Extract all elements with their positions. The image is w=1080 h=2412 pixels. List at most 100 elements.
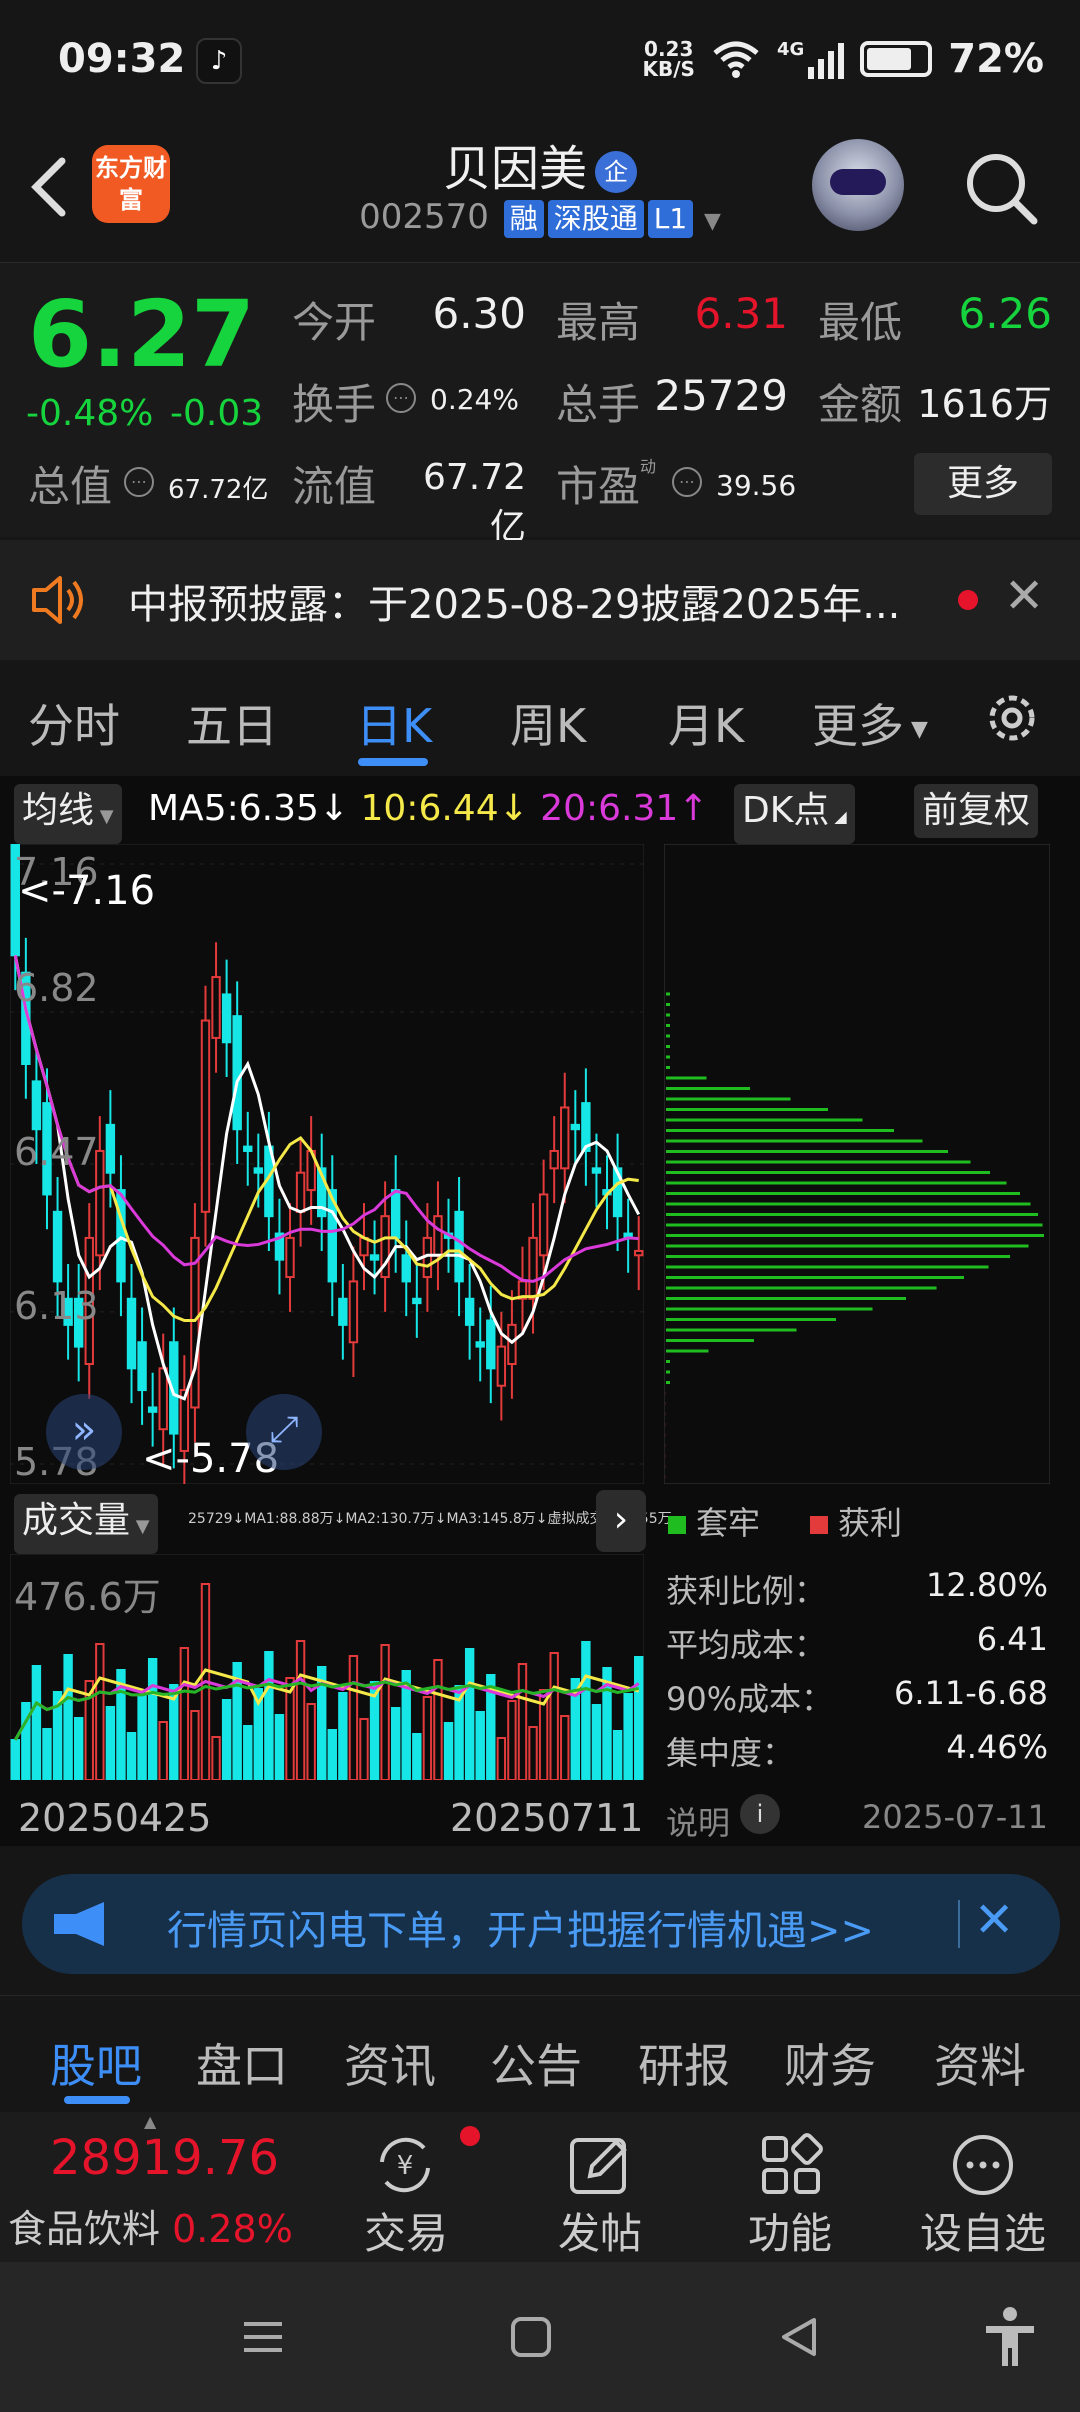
candle — [369, 1254, 380, 1261]
tab-five-day[interactable]: 五日 — [186, 690, 278, 756]
candle — [31, 1080, 42, 1131]
turnover-info-icon[interactable]: ⋯ — [386, 383, 416, 413]
promo-banner[interactable]: 行情页闪电下单，开户把握行情机遇>> ✕ — [22, 1874, 1060, 1974]
volume-bar — [517, 1663, 528, 1780]
search-icon[interactable] — [962, 149, 1042, 229]
volume-bar — [327, 1729, 337, 1780]
candle — [232, 1015, 242, 1131]
volume-bar — [243, 1725, 253, 1780]
back-nav-icon[interactable] — [776, 2314, 822, 2360]
active-tab-indicator — [358, 758, 428, 766]
tab-news[interactable]: 资讯 — [344, 2030, 436, 2096]
tab-more[interactable]: 更多 ▼ — [812, 690, 928, 756]
candle — [348, 1280, 359, 1344]
candle — [126, 1297, 137, 1370]
candle — [147, 1406, 158, 1413]
tab-announcements[interactable]: 公告 — [490, 2030, 582, 2096]
kline-candles-chart[interactable] — [10, 844, 644, 1484]
tab-profile[interactable]: 资料 — [934, 2030, 1026, 2096]
status-time: 09:32 — [58, 36, 186, 82]
chip-row-label: 集中度： — [666, 1734, 795, 1772]
candle — [158, 1367, 168, 1431]
toolbar-post[interactable]: 发帖 — [530, 2200, 670, 2261]
toolbar-trade[interactable]: 交易 — [336, 2200, 476, 2261]
tab-weekly-k[interactable]: 周K — [510, 690, 586, 756]
tab-finance[interactable]: 财务 — [784, 2030, 876, 2096]
candle — [528, 1236, 538, 1300]
toolbar-add-watchlist[interactable]: 设自选 — [906, 2200, 1060, 2261]
kline-chart-area: 均线 ▼ MA5:6.35↓ 10:6.44↓ 20:6.31↑ DK点 ◢ 前… — [0, 776, 1080, 1846]
volume-bar — [433, 1659, 443, 1780]
high-marker: <-7.16 — [18, 868, 156, 914]
volume-bar — [422, 1696, 433, 1780]
quote-panel: 6.27 -0.48% -0.03 今开 6.30 最高 6.31 最低 6.2… — [0, 262, 1080, 548]
volume-bar — [623, 1693, 633, 1780]
tab-monthly-k[interactable]: 月K — [668, 690, 744, 756]
candle — [454, 1210, 464, 1283]
status-right-group: 0.23 KB/S 4G 72% — [642, 36, 1044, 82]
more-circle-icon — [953, 2135, 1013, 2195]
chip-row-value: 4.46% — [946, 1728, 1048, 1766]
candle — [591, 1167, 602, 1174]
ma20-value: 20:6.31 — [540, 788, 679, 829]
battery-level: 72% — [948, 36, 1044, 82]
dk-point-select[interactable]: DK点 ◢ — [734, 784, 855, 844]
edit-icon — [570, 2138, 627, 2194]
candle — [475, 1341, 485, 1348]
candle — [116, 1189, 126, 1283]
tab-forum[interactable]: 股吧 — [50, 2030, 142, 2096]
gear-icon[interactable] — [980, 686, 1044, 750]
fullscreen-icon[interactable]: ⤢ — [246, 1394, 322, 1470]
sector-index-value[interactable]: 28919.76 — [50, 2130, 279, 2186]
corner-arrow-icon: ◢ — [829, 807, 847, 826]
notice-bar[interactable]: 中报预披露：于2025-08-29披露2025年... ✕ — [0, 540, 1080, 660]
pe-value: 39.56 — [716, 469, 797, 502]
volume-select-label: 成交量 — [22, 1500, 131, 1541]
candle — [486, 1319, 496, 1370]
candle — [433, 1215, 443, 1257]
chip-note-label: 说明 — [666, 1804, 731, 1842]
volume-bar — [126, 1732, 137, 1780]
tag-connect: 深股通 — [547, 199, 644, 238]
tab-research[interactable]: 研报 — [638, 2030, 730, 2096]
volume-max-label: 476.6万 — [14, 1575, 161, 1619]
home-icon[interactable] — [508, 2314, 554, 2360]
volume-bar — [274, 1714, 285, 1780]
volume-bar — [190, 1710, 200, 1780]
net-speed-unit: KB/S — [642, 57, 695, 81]
tab-intraday[interactable]: 分时 — [28, 690, 120, 756]
menu-icon[interactable] — [240, 2314, 286, 2360]
banner-close-icon[interactable]: ✕ — [974, 1892, 1014, 1948]
volume-bar — [496, 1737, 507, 1780]
change-percent: -0.48% — [26, 393, 154, 434]
notice-close-icon[interactable]: ✕ — [1004, 568, 1044, 624]
tab-daily-k[interactable]: 日K — [356, 690, 432, 756]
sector-name: 食品饮料 — [8, 2207, 161, 2251]
chip-row-value: 6.41 — [976, 1620, 1048, 1658]
mktcap-info-icon[interactable]: ⋯ — [124, 467, 154, 497]
candle — [581, 1102, 591, 1152]
legend-profit-label: 获利 — [838, 1504, 903, 1542]
tab-orderbook[interactable]: 盘口 — [196, 2030, 288, 2096]
stock-code-line[interactable]: 002570 融深股通 L1 ▼ — [0, 197, 1080, 238]
sector-info[interactable]: 食品饮料 0.28% — [8, 2198, 293, 2253]
volume-bar — [137, 1695, 147, 1780]
candle — [560, 1106, 570, 1170]
pe-info-icon[interactable]: ⋯ — [672, 467, 702, 497]
toolbar-functions[interactable]: 功能 — [720, 2200, 860, 2261]
volume-bar — [179, 1647, 190, 1780]
more-quote-button[interactable]: 更多 — [914, 453, 1052, 515]
accessibility-icon[interactable] — [982, 2306, 1038, 2368]
chart-expand-left-icon[interactable]: » — [46, 1394, 122, 1470]
ma-select[interactable]: 均线 ▼ — [14, 784, 122, 844]
adjust-select[interactable]: 前复权 — [914, 784, 1039, 838]
volume-expand-button[interactable]: › — [596, 1490, 646, 1552]
y-tick-6-13: 6.13 — [14, 1284, 99, 1328]
change-amount: -0.03 — [170, 393, 264, 434]
volume-bar — [31, 1665, 42, 1780]
chip-distribution-chart[interactable] — [664, 844, 1050, 1484]
assistant-avatar[interactable] — [812, 139, 904, 231]
info-icon[interactable]: i — [740, 1794, 780, 1834]
apps-grid-icon — [762, 2133, 823, 2194]
volume-select[interactable]: 成交量 ▼ — [14, 1494, 158, 1554]
